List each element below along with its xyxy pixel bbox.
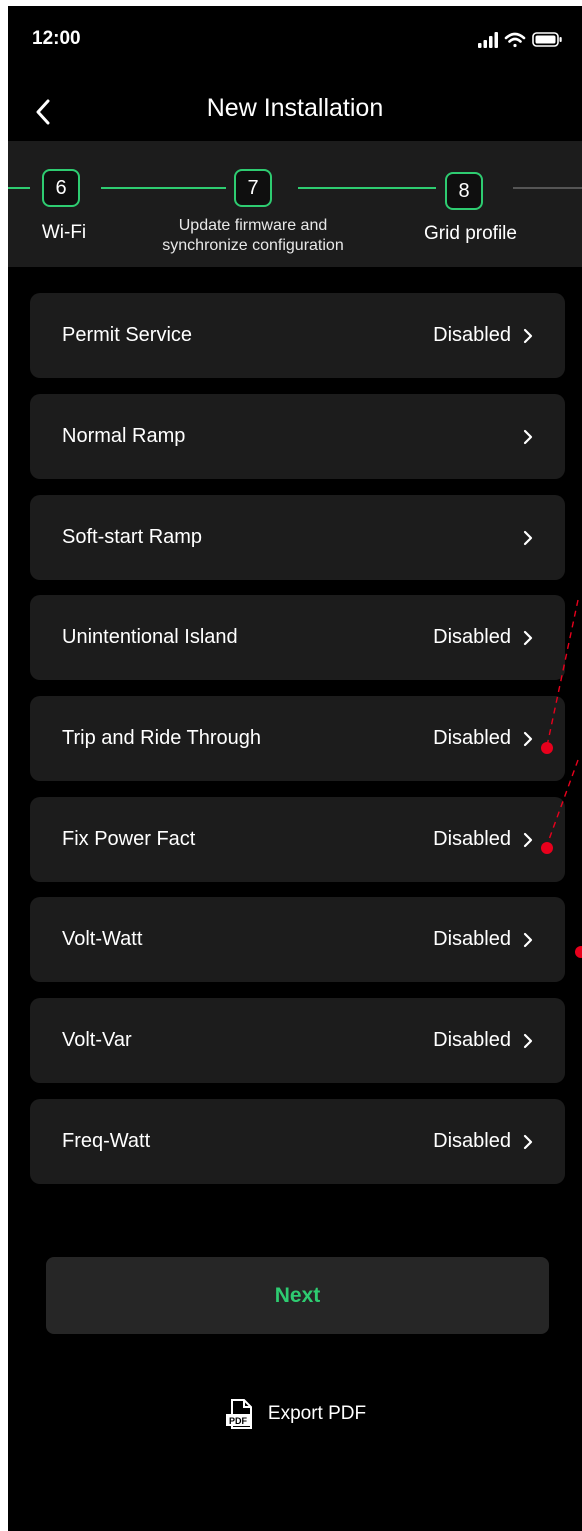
step-connector: [8, 187, 30, 189]
setting-value-group: Disabled: [433, 1130, 535, 1153]
chevron-right-icon: [523, 429, 533, 444]
setting-row-normal-ramp[interactable]: Normal Ramp: [30, 394, 565, 479]
setting-value-group: Disabled: [433, 928, 535, 951]
setting-label: Volt-Watt: [62, 928, 143, 950]
setting-value-group: Disabled: [433, 1029, 535, 1052]
setting-label: Soft-start Ramp: [62, 526, 203, 548]
setting-value-group: [511, 428, 535, 446]
step-6-label: Wi-Fi: [41, 222, 87, 243]
step-8-label: Grid profile: [424, 223, 517, 244]
battery-icon: [532, 32, 562, 47]
phone-screen: 12:00 New Installation 6 7 8 Wi-Fi Updat…: [8, 6, 582, 1531]
setting-row-trip-and-ride-through[interactable]: Trip and Ride Through Disabled: [30, 696, 565, 781]
step-7-indicator: 7: [234, 169, 272, 207]
page-title: New Installation: [206, 94, 384, 122]
setting-value-group: [511, 529, 535, 547]
setting-row-permit-service[interactable]: Permit Service Disabled: [30, 293, 565, 378]
step-8-indicator: 8: [445, 172, 483, 210]
status-time: 12:00: [32, 28, 81, 49]
wifi-icon: [504, 32, 526, 48]
chevron-right-icon: [523, 530, 533, 545]
next-button[interactable]: Next: [46, 1257, 549, 1334]
setting-row-unintentional-island[interactable]: Unintentional Island Disabled: [30, 595, 565, 680]
setting-value: Disabled: [433, 828, 511, 850]
setting-label: Trip and Ride Through: [62, 727, 262, 749]
svg-text:PDF: PDF: [229, 1416, 248, 1426]
signal-icon: [478, 32, 498, 48]
setting-value: Disabled: [433, 1130, 511, 1152]
chevron-right-icon: [523, 932, 533, 947]
status-icons: [478, 32, 562, 48]
setting-value-group: Disabled: [433, 626, 535, 649]
step-6-indicator: 6: [42, 169, 80, 207]
setting-row-volt-var[interactable]: Volt-Var Disabled: [30, 998, 565, 1083]
setting-value-group: Disabled: [433, 727, 535, 750]
step-connector: [101, 187, 226, 189]
setting-row-fix-power-fact[interactable]: Fix Power Fact Disabled: [30, 797, 565, 882]
chevron-right-icon: [523, 832, 533, 847]
setting-value: Disabled: [433, 626, 511, 648]
setting-label: Permit Service: [62, 324, 193, 346]
setting-value: Disabled: [433, 324, 511, 346]
chevron-right-icon: [523, 731, 533, 746]
chevron-right-icon: [523, 328, 533, 343]
setting-label: Volt-Var: [62, 1029, 132, 1051]
step-7-label: Update firmware and synchronize configur…: [162, 217, 344, 254]
setting-label: Fix Power Fact: [62, 828, 196, 850]
setting-row-volt-watt[interactable]: Volt-Watt Disabled: [30, 897, 565, 982]
chevron-right-icon: [523, 1033, 533, 1048]
step-connector: [513, 187, 582, 189]
pdf-file-icon: PDF: [225, 1399, 252, 1429]
setting-label: Normal Ramp: [62, 425, 186, 447]
setting-value-group: Disabled: [433, 324, 535, 347]
setting-value-group: Disabled: [433, 828, 535, 851]
setting-row-soft-start-ramp[interactable]: Soft-start Ramp: [30, 495, 565, 580]
setting-value: Disabled: [433, 1029, 511, 1051]
export-pdf-button[interactable]: PDF Export PDF: [8, 1398, 582, 1430]
chevron-right-icon: [523, 1134, 533, 1149]
chevron-right-icon: [523, 630, 533, 645]
setting-value: Disabled: [433, 928, 511, 950]
step-connector: [298, 187, 436, 189]
setting-label: Unintentional Island: [62, 626, 238, 648]
setting-value: Disabled: [433, 727, 511, 749]
export-pdf-label: Export PDF: [267, 1403, 367, 1424]
setting-label: Freq-Watt: [62, 1130, 151, 1152]
setting-row-freq-watt[interactable]: Freq-Watt Disabled: [30, 1099, 565, 1184]
